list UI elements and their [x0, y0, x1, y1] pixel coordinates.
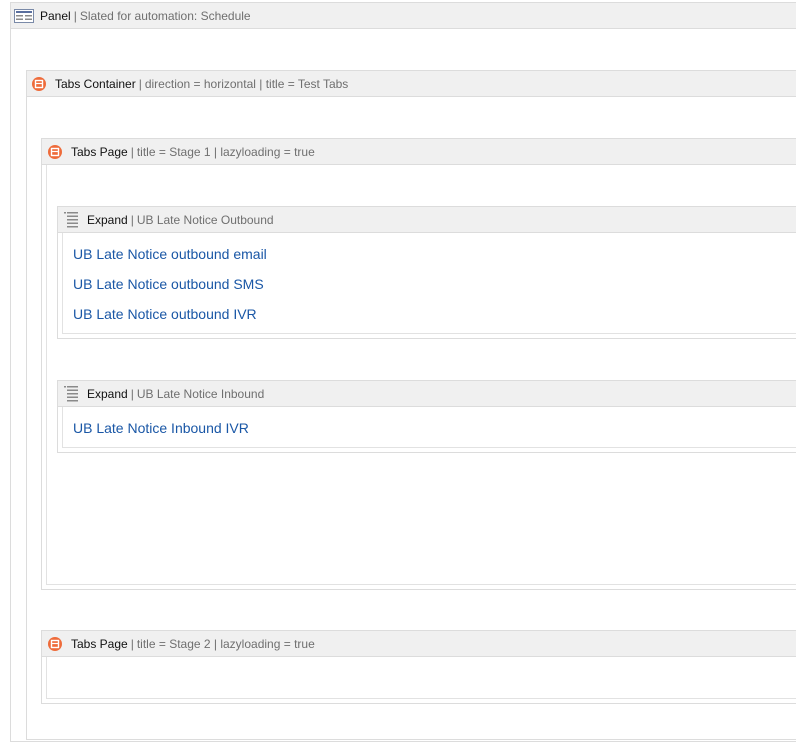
expand-inbound-header[interactable]: Expand | UB Late Notice Inbound: [58, 381, 796, 407]
expand-outbound-meta: UB Late Notice Outbound: [136, 212, 274, 227]
component-icon: [48, 636, 62, 651]
link-outbound-ivr[interactable]: UB Late Notice outbound IVR: [73, 306, 257, 322]
tabs-page-2-body: [46, 657, 796, 699]
panel-header[interactable]: Panel | Slated for automation: Schedule: [11, 3, 796, 29]
separator: |: [130, 144, 134, 159]
tabs-container-header[interactable]: Tabs Container | direction = horizontal …: [27, 71, 796, 97]
tabs-container-title: Tabs Container: [55, 76, 136, 91]
expand-inbound: Expand | UB Late Notice Inbound: [57, 380, 796, 453]
link-outbound-sms[interactable]: UB Late Notice outbound SMS: [73, 276, 264, 292]
expand-outbound-header[interactable]: Expand | UB Late Notice Outbound: [58, 207, 796, 233]
expand-outbound-title: Expand: [87, 212, 128, 227]
tabs-page-2-title: Tabs Page: [71, 636, 128, 651]
panel-meta: Slated for automation: Schedule: [79, 8, 251, 23]
tabs-container-meta: direction = horizontal | title = Test Ta…: [144, 76, 349, 91]
separator: |: [130, 636, 134, 651]
list-icon: [64, 385, 78, 401]
tabs-page-2-header[interactable]: Tabs Page | title = Stage 2 | lazyloadin…: [42, 631, 796, 657]
panel-title: Panel: [40, 8, 71, 23]
separator: |: [130, 386, 134, 401]
expand-inbound-title: Expand: [87, 386, 128, 401]
tabs-page-2-meta: title = Stage 2 | lazyloading = true: [136, 636, 315, 651]
separator: |: [130, 212, 134, 227]
component-icon: [48, 144, 62, 159]
link-outbound-email[interactable]: UB Late Notice outbound email: [73, 246, 267, 262]
component-icon: [32, 76, 46, 91]
link-inbound-ivr[interactable]: UB Late Notice Inbound IVR: [73, 420, 249, 436]
tabs-page-1-title: Tabs Page: [71, 144, 128, 159]
tabs-page-1-meta: title = Stage 1 | lazyloading = true: [136, 144, 315, 159]
tabs-page-stage-2: Tabs Page | title = Stage 2 | lazyloadin…: [41, 630, 796, 704]
separator: |: [73, 8, 77, 23]
expand-inbound-meta: UB Late Notice Inbound: [136, 386, 265, 401]
panel-icon: [14, 8, 34, 23]
separator: |: [138, 76, 142, 91]
tabs-page-1-header[interactable]: Tabs Page | title = Stage 1 | lazyloadin…: [42, 139, 796, 165]
list-icon: [64, 211, 78, 227]
